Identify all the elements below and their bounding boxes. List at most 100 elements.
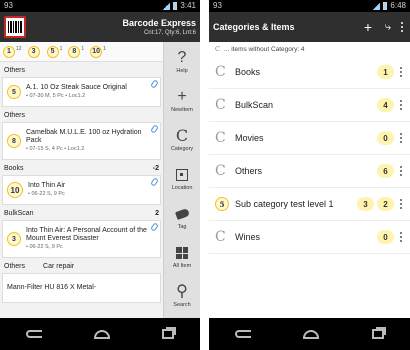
location-button[interactable]: Location <box>164 159 200 198</box>
quantity-filter-row: 1 12 3 5 1 8 1 10 1 <box>0 42 163 62</box>
tool-label: Location <box>171 185 193 191</box>
help-icon: ? <box>177 49 187 66</box>
category-icon: C <box>215 163 226 179</box>
barcode-app-icon[interactable] <box>4 16 26 38</box>
group-header: Others Car repair <box>0 261 163 273</box>
category-button[interactable]: C Category <box>164 120 200 159</box>
qty-chip[interactable]: 5 1 <box>46 45 63 58</box>
tool-label: Help <box>176 68 188 74</box>
group-name: Others <box>4 112 26 119</box>
home-icon[interactable] <box>94 329 110 339</box>
qty-chip[interactable]: 3 <box>27 45 41 58</box>
tag-icon <box>174 205 190 223</box>
side-toolbar: ? Help + NewItem C Category Location Tag <box>163 42 200 318</box>
list-item[interactable]: 10 Into Thin Air • 06-22 S, 9 Pc <box>2 175 161 205</box>
item-qty-badge: 8 <box>7 134 21 148</box>
qty-sup: 1 <box>59 45 63 52</box>
app-subtitle: Cnt:17, Qty:6, Lnt:6 <box>143 29 196 36</box>
category-label: Movies <box>235 133 264 143</box>
add-icon[interactable]: + <box>358 20 378 34</box>
tool-label: NewItem <box>171 107 193 113</box>
qty-chip[interactable]: 1 12 <box>3 45 22 58</box>
status-right: 6:48 <box>372 0 406 12</box>
left-content: 1 12 3 5 1 8 1 10 1 Others 5 A.1. 10 Oz … <box>0 42 200 318</box>
attachment-icon <box>150 124 159 134</box>
battery-icon <box>383 2 388 10</box>
group-subcategory: Car repair <box>43 263 75 270</box>
all-items-button[interactable]: All Item <box>164 237 200 276</box>
item-title: A.1. 10 Oz Steak Sauce Original <box>26 84 127 91</box>
category-label: Sub category test level 1 <box>235 199 334 209</box>
list-item[interactable]: Mann-Filter HU 816 X Metal- <box>2 273 161 303</box>
category-icon: 5 <box>215 197 233 211</box>
item-list: 1 12 3 5 1 8 1 10 1 Others 5 A.1. 10 Oz … <box>0 42 163 318</box>
group-header: Others <box>0 110 163 122</box>
right-phone-screen: 93 6:48 Categories & Items + ⤷ C ... ite… <box>209 0 410 350</box>
overflow-menu-icon[interactable] <box>398 22 406 32</box>
category-row[interactable]: C Books 1 <box>209 56 410 89</box>
home-icon[interactable] <box>303 329 320 339</box>
row-menu-icon[interactable] <box>398 133 404 143</box>
category-icon: C <box>215 45 220 53</box>
status-notification-count: 93 <box>4 1 13 10</box>
qty-sup: 1 <box>81 45 85 52</box>
item-count-badge: 0 <box>377 230 394 244</box>
item-count-badge: 1 <box>377 65 394 79</box>
category-row[interactable]: 5 Sub category test level 1 3 2 <box>209 188 410 221</box>
search-icon: ⚲ <box>176 283 188 300</box>
uncategorized-hint[interactable]: C ... items without Category: 4 <box>209 42 410 56</box>
category-row[interactable]: C BulkScan 4 <box>209 89 410 122</box>
attachment-icon <box>150 79 159 89</box>
new-item-button[interactable]: + NewItem <box>164 81 200 120</box>
category-row[interactable]: C Others 6 <box>209 155 410 188</box>
app-title: Barcode Express <box>122 17 196 28</box>
back-icon[interactable] <box>26 330 42 338</box>
row-menu-icon[interactable] <box>398 100 404 110</box>
category-icon: C <box>215 64 226 80</box>
row-menu-icon[interactable] <box>398 199 404 209</box>
category-list: C ... items without Category: 4 C Books … <box>209 42 410 318</box>
category-icon: C <box>215 229 226 245</box>
hint-text: ... items without Category: 4 <box>223 45 305 53</box>
tool-label: Search <box>173 302 191 308</box>
recent-apps-icon[interactable] <box>371 329 384 339</box>
group-name: Others <box>4 67 26 74</box>
group-header: BulkScan 2 <box>0 208 163 220</box>
qty-badge: 3 <box>27 45 40 58</box>
tag-button[interactable]: Tag <box>164 198 200 237</box>
qty-chip[interactable]: 8 1 <box>68 45 85 58</box>
category-label: Wines <box>235 232 261 242</box>
category-row[interactable]: C Movies 0 <box>209 122 410 155</box>
recent-apps-icon[interactable] <box>162 329 174 339</box>
row-menu-icon[interactable] <box>398 232 404 242</box>
group-header: Others <box>0 65 163 77</box>
item-meta: • 06-22 S, 9 Pc <box>26 244 63 250</box>
add-subcategory-icon[interactable]: ⤷ <box>378 20 398 34</box>
help-button[interactable]: ? Help <box>164 42 200 81</box>
all-items-icon <box>176 244 188 262</box>
category-row[interactable]: C Wines 0 <box>209 221 410 254</box>
row-menu-icon[interactable] <box>398 67 404 77</box>
category-label: Books <box>235 67 261 77</box>
list-item[interactable]: 3 Into Thin Air: A Personal Account of t… <box>2 220 161 258</box>
status-bar: 93 6:48 <box>209 0 410 12</box>
qty-badge: 8 <box>68 45 81 58</box>
item-qty-badge: 3 <box>7 232 21 246</box>
back-icon[interactable] <box>235 330 252 338</box>
item-title: Into Thin Air <box>28 182 66 189</box>
category-label: BulkScan <box>235 100 274 110</box>
item-meta: • 07-30 M, 5 Pc • Loc1.2 <box>26 93 86 99</box>
row-menu-icon[interactable] <box>398 166 404 176</box>
signal-icon <box>372 2 381 10</box>
item-count-badge: 6 <box>377 164 394 178</box>
category-icon: C <box>215 97 226 113</box>
item-count-badge: 2 <box>377 197 394 211</box>
group-header: Books -2 <box>0 163 163 175</box>
search-button[interactable]: ⚲ Search <box>164 276 200 315</box>
list-item[interactable]: 5 A.1. 10 Oz Steak Sauce Original • 07-3… <box>2 77 161 107</box>
qty-chip[interactable]: 10 1 <box>90 45 106 58</box>
item-qty-badge: 5 <box>7 85 21 99</box>
battery-icon <box>173 2 178 10</box>
list-item[interactable]: 8 Camelbak M.U.L.E. 100 oz Hydration Pac… <box>2 122 161 160</box>
group-name: Others <box>4 263 26 270</box>
